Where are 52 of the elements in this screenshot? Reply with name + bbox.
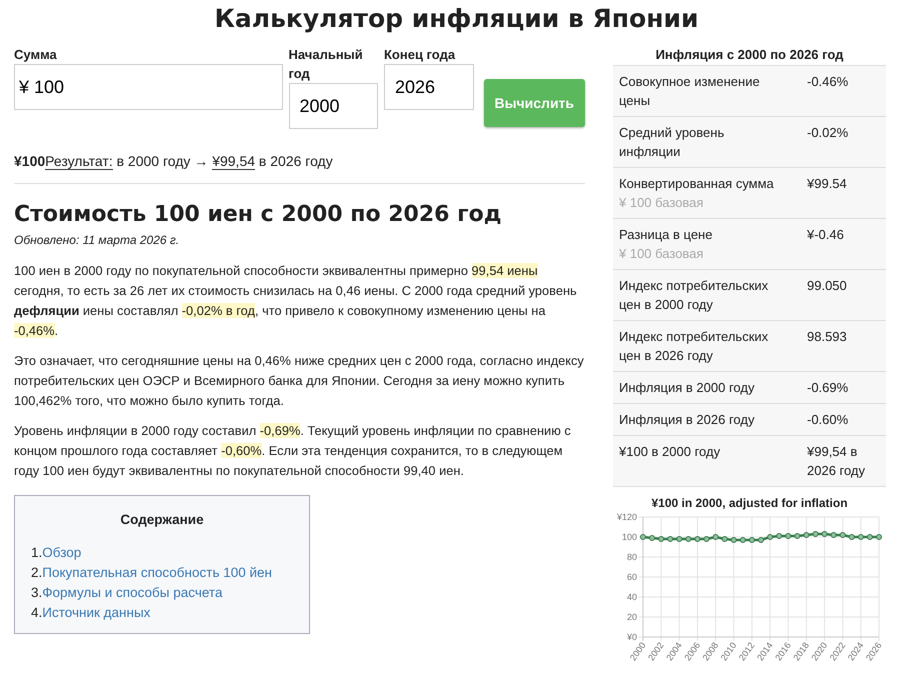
row-value: ¥99,54 в 2026 году bbox=[807, 443, 866, 480]
contents-link[interactable]: Покупательная способность 100 йен bbox=[42, 565, 272, 580]
field-label: Сумма bbox=[14, 46, 58, 64]
list-number: 1. bbox=[31, 545, 42, 560]
page-title: Калькулятор инфляции в Японии bbox=[213, 4, 700, 33]
input-field[interactable]: 2026 bbox=[384, 64, 474, 110]
row-label: Индекс потребительских цен в 2026 году bbox=[619, 328, 770, 365]
row-label: Инфляция в 2000 году bbox=[619, 379, 756, 397]
row-value: -0.46% bbox=[807, 73, 850, 91]
row-label: Инфляция в 2026 году bbox=[619, 411, 756, 429]
row-label: Средний уровень инфляции bbox=[619, 124, 726, 161]
contents-title: Содержание bbox=[119, 512, 205, 527]
paragraph: Это означает, что сегодняшние цены на 0,46% ниже средних цен с 2000 года, согласно индексу потребительских цен ОЭСР и Всемирного банка для Японии. Сегодня за иену можно купить 100,462% того, что можно было купить тогда. bbox=[14, 352, 585, 410]
field-label: Начальный год bbox=[288, 46, 364, 83]
axis-label: 60 bbox=[626, 572, 637, 582]
input-field[interactable]: ¥ 100 bbox=[14, 64, 282, 110]
row-value: 99.050 bbox=[807, 277, 848, 295]
input-field[interactable]: 2000 bbox=[288, 83, 378, 129]
axis-label: ¥0 bbox=[626, 632, 637, 642]
row-value: -0.69% bbox=[807, 379, 850, 397]
chart-title: ¥100 in 2000, adjusted for inflation bbox=[651, 496, 848, 510]
contents-link[interactable]: Источник данных bbox=[42, 605, 150, 620]
axis-label: 100 bbox=[622, 532, 637, 542]
row-label: Конвертированная сумма bbox=[619, 175, 775, 193]
article-heading: Стоимость 100 иен с 2000 по 2026 год bbox=[14, 202, 502, 227]
list-number: 2. bbox=[31, 565, 42, 580]
field-label: Конец года bbox=[384, 46, 456, 64]
converted-link[interactable]: ¥99,54 bbox=[212, 153, 256, 170]
row-note: ¥ 100 базовая bbox=[619, 194, 704, 212]
axis-label: 20 bbox=[626, 612, 637, 622]
row-label: Совокупное изменение цены bbox=[619, 73, 761, 110]
row-value: ¥99.54 bbox=[807, 175, 848, 193]
paragraph: 100 иен в 2000 году по покупательной способности эквивалентны примерно 99,54 иены сегодня, то есть за 26 лет их стоимость снизилась на 0,46 иены. С 2000 года средний уровень дефляции иены составлял -0,02% в год, что привело к совокупному изменению цены на -0,46%. bbox=[14, 262, 578, 340]
row-note: ¥ 100 базовая bbox=[619, 245, 704, 263]
row-value: -0.02% bbox=[807, 124, 850, 142]
axis-label: ¥120 bbox=[616, 512, 637, 522]
list-number: 3. bbox=[31, 585, 42, 600]
paragraph: Уровень инфляции в 2000 году составил -0,69%. Текущий уровень инфляции по сравнению с концом прошлого года составляет -0,60%. Если эта тенденция сохранится, то в следующем году 100 иен будут эквивалентны по покупательной способности 99,40 иен. bbox=[14, 422, 572, 480]
row-value: 98.593 bbox=[807, 328, 848, 346]
updated-date: Обновлено: 11 марта 2026 г. bbox=[14, 233, 180, 247]
axis-label: 80 bbox=[626, 552, 637, 562]
row-label: Разница в цене bbox=[619, 226, 714, 244]
row-value: -0.60% bbox=[807, 411, 850, 429]
result-line: ¥100Результат: в 2000 году → ¥99,54 в 2026 году bbox=[14, 153, 334, 169]
axis-label: 40 bbox=[626, 592, 637, 602]
list-number: 4. bbox=[31, 605, 42, 620]
result-link[interactable]: Результат: bbox=[45, 153, 113, 170]
contents-link[interactable]: Формулы и способы расчета bbox=[42, 585, 222, 600]
row-label: Индекс потребительских цен в 2000 году bbox=[619, 277, 770, 314]
row-label: ¥100 в 2000 году bbox=[619, 443, 722, 461]
row-value: ¥-0.46 bbox=[807, 226, 845, 244]
contents-link[interactable]: Обзор bbox=[42, 545, 82, 560]
